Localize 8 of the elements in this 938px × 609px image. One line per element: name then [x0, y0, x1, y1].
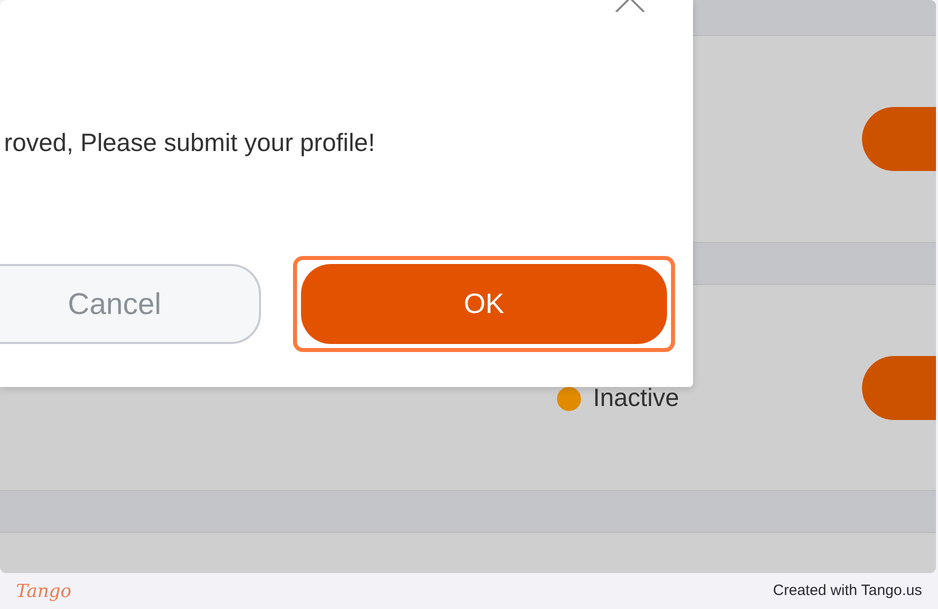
footer-credit: Created with Tango.us [773, 580, 922, 601]
ok-button[interactable]: OK [301, 264, 667, 344]
dialog-message: roved, Please submit your profile! [4, 128, 376, 159]
logo: Tango [16, 580, 72, 604]
action-button[interactable] [862, 356, 936, 420]
action-button[interactable] [862, 107, 936, 171]
status-label: Inactive [593, 383, 680, 414]
cancel-button[interactable]: Cancel [0, 264, 261, 344]
